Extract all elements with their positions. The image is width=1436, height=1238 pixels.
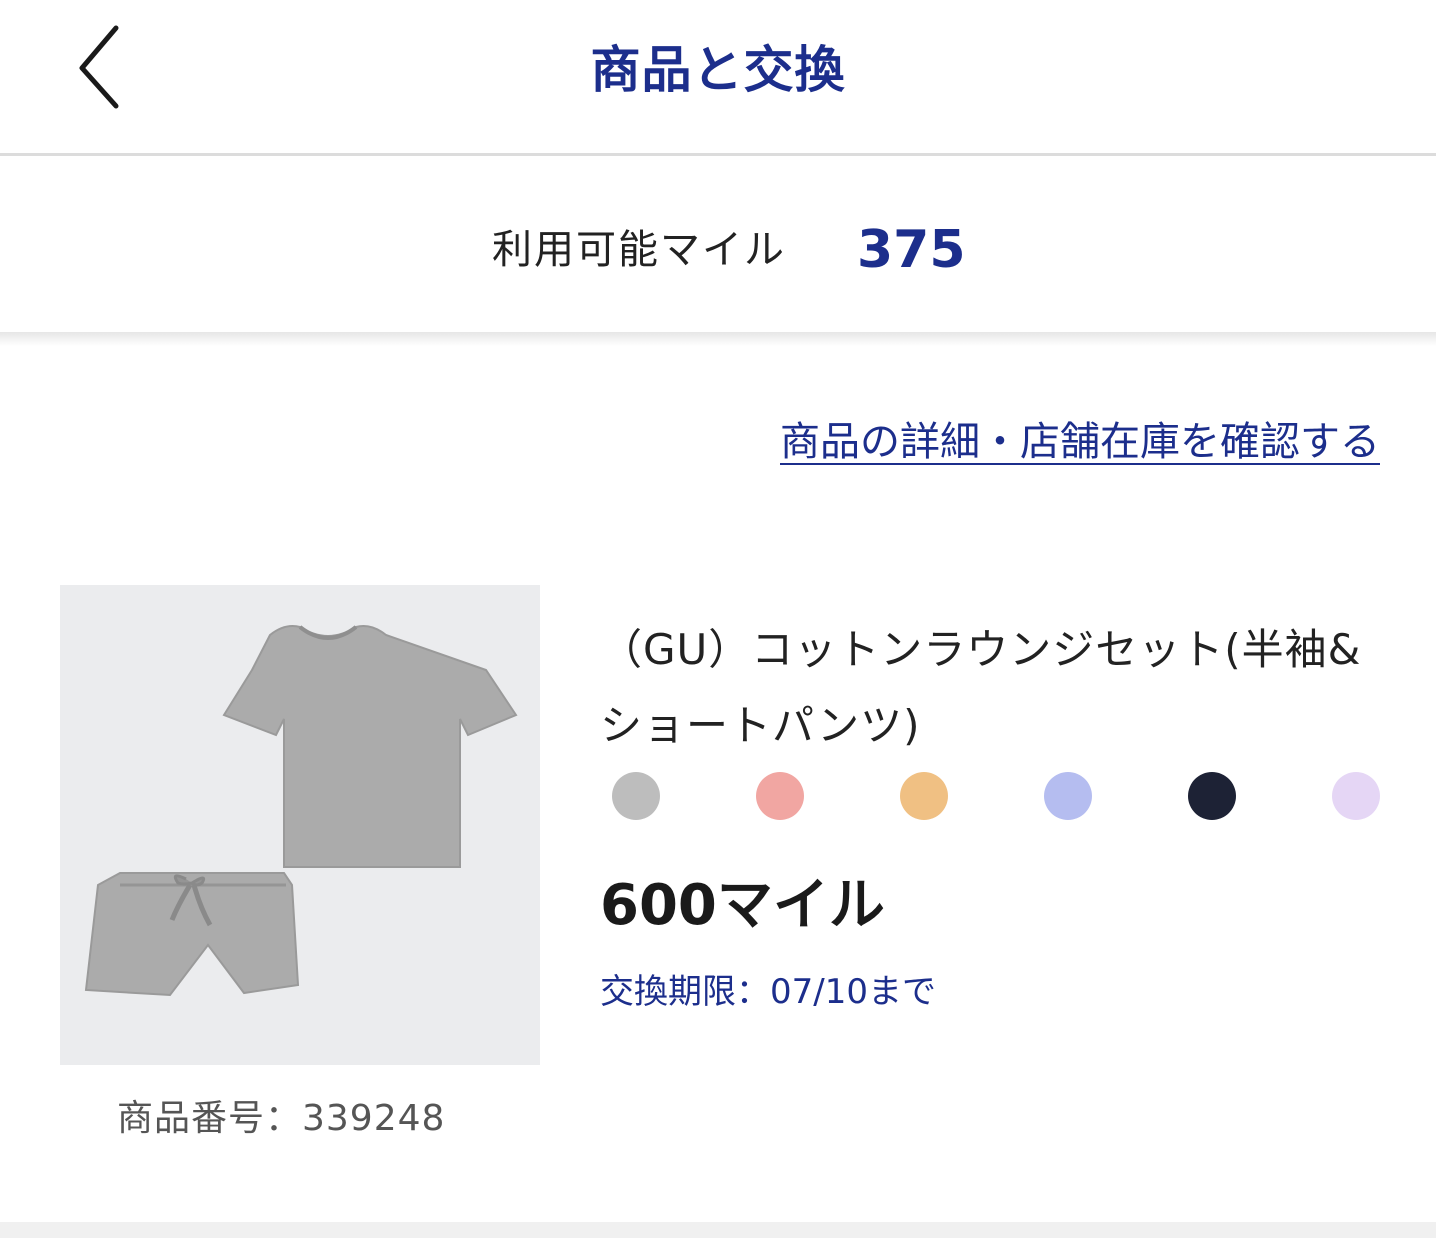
header-bar: 商品と交換: [0, 0, 1436, 155]
color-swatches: [612, 772, 1380, 820]
miles-panel-shadow: [0, 332, 1436, 346]
product-detail-store-stock-link[interactable]: 商品の詳細・店舗在庫を確認する: [780, 414, 1380, 470]
loungewear-set-image: [84, 625, 518, 997]
available-miles-label: 利用可能マイル: [492, 227, 786, 273]
available-miles-value: 375: [857, 220, 966, 280]
page-title: 商品と交換: [590, 41, 846, 99]
product-image[interactable]: [60, 585, 540, 1065]
section-divider: [0, 1222, 1436, 1238]
exchange-deadline: 交換期限：07/10まで: [600, 972, 936, 1012]
color-swatch-navy[interactable]: [1188, 772, 1236, 820]
product-name: （GU）コットンラウンジセット(半袖&ショートパンツ): [600, 625, 1362, 750]
color-swatch-blue[interactable]: [1044, 772, 1092, 820]
color-swatch-pink[interactable]: [756, 772, 804, 820]
product-number: 商品番号：339248: [117, 1098, 446, 1139]
product-price: 600マイル: [600, 873, 885, 938]
color-swatch-orange[interactable]: [900, 772, 948, 820]
color-swatch-gray[interactable]: [612, 772, 660, 820]
color-swatch-purple[interactable]: [1332, 772, 1380, 820]
